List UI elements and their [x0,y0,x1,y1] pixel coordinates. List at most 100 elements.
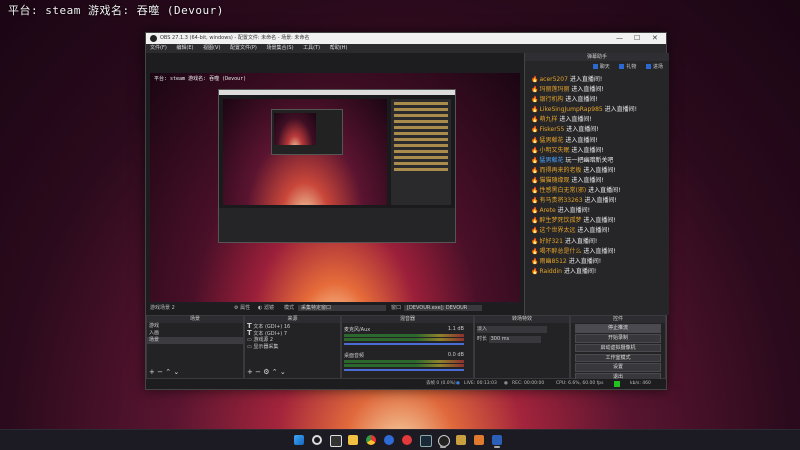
volume-slider[interactable] [344,369,464,371]
remove-source-button[interactable]: − [255,368,261,376]
filters-button[interactable]: ◐ 滤镜 [258,303,274,313]
settings-icon[interactable]: ⚙ [263,368,269,376]
search-icon[interactable] [312,435,322,445]
chat-text: 进入直播间! [559,116,592,124]
studio-mode-button[interactable]: 工作室模式 [575,353,661,363]
chat-option-gift[interactable]: 礼物 [619,61,636,73]
status-bar: 丢帧 0 (0.0%) ● LIVE: 00:13:03 ● REC: 00:0… [146,379,666,389]
chat-text: 进入直播间! [557,207,590,215]
mixer-panel: 混音器 麦克风/Aux 1.1 dB 桌面音频 0.0 dB [341,315,474,379]
preview-overlay-text: 平台: steam 游戏名: 吞噬 (Devour) [154,76,247,82]
app-icon[interactable] [456,435,466,445]
source-item[interactable]: T 文本 (GDI+) 7 [245,330,340,338]
steam-icon[interactable] [420,435,432,447]
chat-text: 玩一把幽暗新关吧 [565,156,614,164]
scene-item[interactable]: 入画 [147,330,243,337]
nested-obs-preview [218,89,456,243]
explorer-icon[interactable] [348,435,358,445]
bottom-docks: 场景 游戏 入画 场景 + − ⌃ ⌄ 来源 T 文本 (GDI+) 16 T … [146,315,666,382]
bitrate: kb/s: 460 [630,381,651,386]
chat-message: 🔥这个世界太远 进入直播间! [531,226,667,236]
chrome-icon[interactable] [366,435,376,445]
overlay-text: 平台: steam 游戏名: 吞噬 (Devour) [8,4,224,17]
source-item[interactable]: ▭ 显示器采集 [245,344,340,351]
settings-button[interactable]: 设置 [575,363,661,372]
start-recording-button[interactable]: 开始录制 [575,334,661,343]
properties-button[interactable]: ⚙ 属性 [234,303,250,313]
preview-canvas[interactable]: 平台: steam 游戏名: 吞噬 (Devour) [150,73,520,311]
fire-icon: 🔥 [531,136,539,144]
chat-text: 进入直播间! [583,166,616,174]
taskview-icon[interactable] [330,435,342,447]
chat-text: 进入直播间! [588,187,621,195]
active-indicator [494,446,500,448]
app2-icon[interactable] [474,435,484,445]
maximize-button[interactable]: ☐ [634,33,640,44]
mixer-channel-desktop: 桌面音频 0.0 dB [344,352,464,371]
chat-username: 醉生梦死饮孤梦 [539,217,582,225]
mode-select[interactable]: 采集特定窗口 [298,305,386,311]
window-select[interactable]: [DEVOUR.exe]: DEVOUR [404,305,482,311]
stop-streaming-button[interactable]: 停止推流 [575,324,661,333]
move-up-icon[interactable]: ⌃ [272,368,278,376]
chat-text: 进入直播间! [583,247,616,255]
menu-help[interactable]: 帮助(H) [330,45,348,51]
chat-message: 🔥喝不醉总是什么 进入直播间! [531,247,667,257]
nested-obs-preview-2 [271,109,343,155]
chat-message: 🔥Arete 进入直播间! [531,206,667,216]
menu-file[interactable]: 文件(F) [150,45,167,51]
windows-icon[interactable] [294,435,304,445]
scene-item[interactable]: 游戏 [147,323,243,330]
chat-dock-title: 弹幕助手 [525,53,669,61]
menu-scene-collection[interactable]: 场景集合(S) [266,45,293,51]
remove-scene-button[interactable]: − [157,368,163,376]
add-scene-button[interactable]: + [149,368,155,376]
mixer-header: 混音器 [342,316,473,323]
menu-bar: 文件(F) 编辑(E) 视图(V) 配置文件(P) 场景集合(S) 工具(T) … [146,44,666,53]
dropped-frames: 丢帧 0 (0.0%) [426,381,456,386]
menu-view[interactable]: 视图(V) [203,45,220,51]
scene-item[interactable]: 场景 [147,337,243,344]
source-item[interactable]: T 文本 (GDI+) 16 [245,323,340,331]
chat-option-chat[interactable]: 聊天 [592,61,610,73]
chat-option-enter[interactable]: 进场 [645,61,663,73]
chat-message: 🔥雨幽8512 进入直播间! [531,257,667,267]
steam2-icon[interactable] [492,435,502,445]
window-title: OBS 27.1.3 (64-bit, windows) - 配置文件: 未命名… [160,35,310,41]
fire-icon: 🔥 [531,257,539,265]
transition-select[interactable]: 淡入 [477,326,547,333]
start-virtual-camera-button[interactable]: 启动虚拟摄像机 [575,343,661,353]
menu-profile[interactable]: 配置文件(P) [230,45,257,51]
cpu-fps: CPU: 6.6%, 60.00 fps [556,381,604,386]
move-up-icon[interactable]: ⌃ [165,368,171,376]
chat-list: 🔥acer5207 进入直播间! 🔥玛丽莲玛丽 进入直播间! 🔥银行机构 进入直播间… [531,75,667,277]
volume-slider[interactable] [344,343,464,345]
chat-message: 🔥银行机构 进入直播间! [531,95,667,105]
chat-text: 进入直播间! [569,76,603,83]
fire-icon: 🔥 [531,146,539,154]
chat-username: 而得再来的老板 [539,166,582,174]
add-source-button[interactable]: + [247,368,253,376]
live-indicator-icon: ● [456,381,460,386]
source-item[interactable]: ▭ 游戏源 2 [245,337,340,344]
rec-indicator-icon: ● [504,381,508,386]
chat-message: 🔥好好321 进入直播间! [531,237,667,247]
netease-icon[interactable] [384,435,394,445]
scenes-panel: 场景 游戏 入画 场景 + − ⌃ ⌄ [146,315,244,379]
move-down-icon[interactable]: ⌄ [173,368,179,376]
chat-message: 🔥猛男献花 玩一把幽暗新关吧 [531,156,667,166]
chat-username: 猫猫随缘观 [539,176,570,184]
close-button[interactable]: ✕ [652,33,658,44]
move-down-icon[interactable]: ⌄ [280,368,286,376]
menu-edit[interactable]: 编辑(E) [176,45,193,51]
fire-icon: 🔥 [531,126,539,134]
current-scene-label: 游戏场景 2 [150,305,175,311]
chat-text: 进入直播间! [604,106,638,114]
music-icon[interactable] [402,435,412,445]
duration-input[interactable]: 300 ms [488,336,541,343]
menu-tools[interactable]: 工具(T) [303,45,320,51]
fire-icon: 🔥 [531,86,539,94]
chat-username: 有马贵将33263 [539,197,583,205]
chat-username: 猛男献花 [539,156,564,164]
minimize-button[interactable]: — [616,33,623,44]
